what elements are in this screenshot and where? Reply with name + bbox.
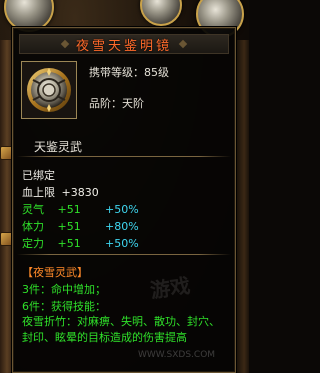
stat-name: 定力 xyxy=(22,237,44,250)
stat-name: 体力 xyxy=(22,220,44,233)
item-tooltip: 夜雪天鉴明镜 携带等级：85级 品阶：天阶 天鉴灵武 已绑定 血上限 +3830… xyxy=(12,27,236,373)
hp-stat-name: 血上限 xyxy=(22,186,55,199)
stat-value: +51 xyxy=(57,237,81,250)
stat-percent: +50% xyxy=(105,237,139,250)
stat-percent: +80% xyxy=(105,220,139,233)
stat-value: +51 xyxy=(57,203,81,216)
stat-percent: +50% xyxy=(105,203,139,216)
background-side-panel-right xyxy=(237,40,249,373)
item-icon-slot xyxy=(21,61,77,119)
divider xyxy=(17,156,231,157)
diamond-ornament-icon xyxy=(60,39,70,49)
carry-level-label: 携带等级：85级 xyxy=(89,66,169,79)
divider xyxy=(17,254,231,255)
diamond-ornament-icon xyxy=(178,39,188,49)
set-bonus-6: 6件：获得技能： xyxy=(22,300,106,313)
item-name: 夜雪天鉴明镜 xyxy=(75,38,172,54)
set-skill-description: 夜雪折竹：对麻痹、失明、散功、封穴、封印、眩晕的目标造成的伤害提高 xyxy=(22,315,220,344)
stat-value: +51 xyxy=(57,220,81,233)
game-scene: 夜雪天鉴明镜 携带等级：85级 品阶：天阶 天鉴灵武 已绑定 血上限 +3830… xyxy=(0,0,249,373)
stat-row: 体力 +51 +80% xyxy=(22,218,139,234)
hp-stat-row: 血上限 +3830 xyxy=(22,184,99,200)
item-type-label: 天鉴灵武 xyxy=(34,140,83,154)
set-bonus-3: 3件：命中增加； xyxy=(22,283,106,296)
bound-status: 已绑定 xyxy=(22,169,55,182)
hp-stat-value: +3830 xyxy=(61,186,99,199)
background-medallion-icon xyxy=(140,0,182,26)
stat-row: 定力 +51 +50% xyxy=(22,235,139,251)
mirror-medallion-icon xyxy=(27,68,71,112)
stat-row: 灵气 +51 +50% xyxy=(22,201,139,217)
grade-label: 品阶：天阶 xyxy=(89,97,144,110)
set-title: 【夜雪灵武】 xyxy=(22,266,88,279)
tooltip-title-bar: 夜雪天鉴明镜 xyxy=(19,34,229,54)
stat-name: 灵气 xyxy=(22,203,44,216)
